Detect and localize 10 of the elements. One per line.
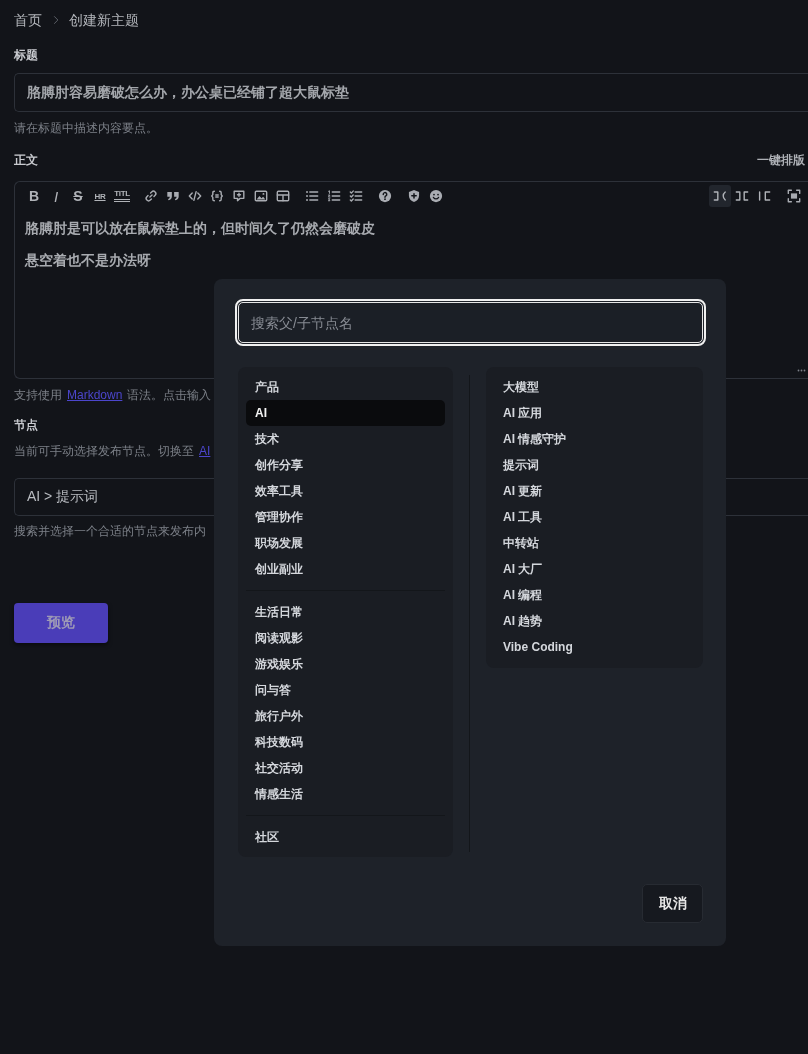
hint-text: 当前可手动选择发布节点。切换至 AI (14, 443, 211, 460)
field-label: 节点 (14, 417, 38, 434)
field-label: 正文 (14, 152, 38, 169)
breadcrumb-current: 创建新主题 (69, 11, 139, 30)
hint-text: 请在标题中描述内容要点。 (14, 120, 158, 137)
body-paragraph: 胳膊肘是可以放在鼠标垫上的，但时间久了仍然会磨破皮 (25, 220, 376, 238)
body-paragraph: 悬空着也不是办法呀 (25, 252, 152, 270)
hint-text: 搜索并选择一个合适的节点来发布内 (14, 523, 206, 540)
hint-text: 支持使用 Markdown 语法。点击输入 (14, 387, 212, 404)
field-label: 标题 (14, 47, 38, 64)
